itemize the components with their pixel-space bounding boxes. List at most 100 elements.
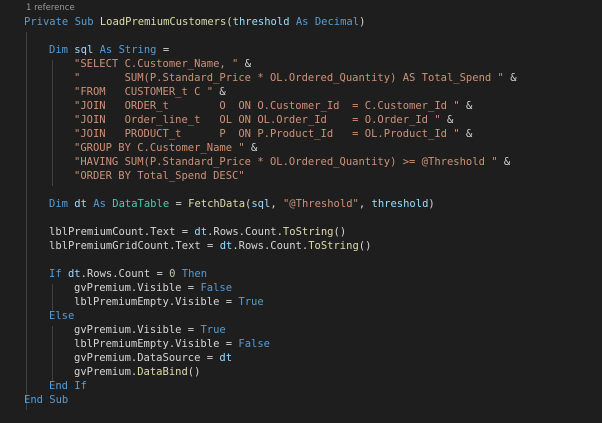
code-text: & <box>497 156 511 168</box>
code-text: & <box>440 114 454 126</box>
code-identifier: dt <box>74 198 87 210</box>
indent-guide <box>52 60 53 186</box>
indent-guide <box>52 284 53 312</box>
code-line[interactable]: "GROUP BY C.Customer_Name " & <box>74 141 257 155</box>
code-keyword: Dim <box>49 44 75 56</box>
code-line[interactable]: Else <box>49 309 74 323</box>
code-line[interactable]: "JOIN Order_line_t OL ON OL.Order_Id = O… <box>74 113 453 127</box>
code-keyword: Dim <box>49 198 75 210</box>
code-text: , <box>358 198 372 210</box>
code-text: .Rows.Count. <box>232 240 309 252</box>
code-string: "JOIN Order_line_t OL ON OL.Order_Id = O… <box>74 114 441 126</box>
code-line[interactable]: gvPremium.Visible = True <box>74 323 226 337</box>
code-text: & <box>238 58 252 70</box>
code-line[interactable]: lblPremiumEmpty.Visible = True <box>74 295 264 309</box>
code-string: "ORDER BY Total_Spend DESC" <box>74 170 245 182</box>
code-text: & <box>503 72 517 84</box>
code-keyword: As <box>93 44 119 56</box>
code-identifier: dt <box>194 226 208 238</box>
code-string: "FROM CUSTOMER_t C " <box>74 86 214 98</box>
code-identifier: sql <box>251 198 271 210</box>
code-text: gvPremium.DataSource = <box>74 352 220 364</box>
code-type: DataTable <box>112 198 170 210</box>
code-identifier: threshold <box>371 198 429 210</box>
code-string: "HAVING SUM(P.Standard_Price * OL.Ordere… <box>74 156 498 168</box>
indent-guide <box>26 32 27 410</box>
code-string: "@Threshold" <box>282 198 359 210</box>
code-keyword: As <box>86 198 113 210</box>
code-function: ToString <box>308 240 359 252</box>
code-line[interactable]: "FROM CUSTOMER_t C " & <box>74 85 226 99</box>
code-keyword: As <box>289 16 315 28</box>
code-text: & <box>244 142 258 154</box>
code-keyword: Then <box>175 268 208 280</box>
code-keyword: End Sub <box>24 394 69 406</box>
code-keyword: String <box>118 44 157 56</box>
code-line[interactable]: "SELECT C.Customer_Name, " & <box>74 57 251 71</box>
code-text: gvPremium.Visible = <box>74 324 201 336</box>
code-string: " SUM(P.Standard_Price * OL.Ordered_Quan… <box>74 72 504 84</box>
code-text: lblPremiumEmpty.Visible = <box>74 338 239 350</box>
code-text: & <box>213 86 226 98</box>
code-text: ) <box>359 16 366 28</box>
code-text: () <box>333 226 347 238</box>
code-line[interactable]: lblPremiumGridCount.Text = dt.Rows.Count… <box>49 239 371 253</box>
code-function: ToString <box>282 226 334 238</box>
code-identifier: threshold <box>232 16 290 28</box>
code-line[interactable]: If dt.Rows.Count = 0 Then <box>49 267 207 281</box>
code-text: & <box>459 100 473 112</box>
code-line[interactable]: gvPremium.Visible = False <box>74 281 232 295</box>
code-function: DataBind <box>137 366 188 378</box>
code-line[interactable]: " SUM(P.Standard_Price * OL.Ordered_Quan… <box>74 71 517 85</box>
code-line[interactable]: Dim dt As DataTable = FetchData(sql, "@T… <box>49 197 435 211</box>
code-line[interactable]: "JOIN ORDER_t O ON O.Customer_Id = C.Cus… <box>74 99 472 113</box>
code-text: lblPremiumEmpty.Visible = <box>74 296 239 308</box>
code-identifier: dt <box>67 268 81 280</box>
code-text: ) <box>428 198 435 210</box>
code-line[interactable]: gvPremium.DataBind() <box>74 365 200 379</box>
code-text: lblPremiumGridCount.Text = <box>49 240 220 252</box>
code-keyword: True <box>238 296 264 308</box>
code-line[interactable]: Dim sql As String = <box>49 43 169 57</box>
code-line[interactable]: Private Sub LoadPremiumCustomers(thresho… <box>24 15 365 29</box>
code-text: = <box>156 44 170 56</box>
code-text: lblPremiumCount.Text = <box>49 226 195 238</box>
code-string: "JOIN ORDER_t O ON O.Customer_Id = C.Cus… <box>74 100 460 112</box>
code-identifier: dt <box>219 352 233 364</box>
code-text: = <box>169 198 189 210</box>
code-text: .Rows.Count = <box>80 268 170 280</box>
code-text: gvPremium.Visible = <box>74 282 201 294</box>
code-string: "GROUP BY C.Customer_Name " <box>74 142 245 154</box>
code-line[interactable]: lblPremiumEmpty.Visible = False <box>74 337 270 351</box>
code-function: FetchData <box>188 198 246 210</box>
code-keyword: False <box>238 338 270 350</box>
code-text: .Rows.Count. <box>207 226 283 238</box>
code-identifier: dt <box>219 240 233 252</box>
code-keyword: Else <box>49 310 75 322</box>
codelens-reference-count[interactable]: 1 reference <box>26 3 75 13</box>
code-identifier: sql <box>74 44 94 56</box>
code-text: gvPremium. <box>74 366 138 378</box>
code-keyword: True <box>200 324 226 336</box>
code-keyword: End If <box>49 380 87 392</box>
indent-guide <box>52 326 53 382</box>
code-keyword: If <box>49 268 68 280</box>
code-editor[interactable]: 1 reference Private Sub LoadPremiumCusto… <box>0 0 602 423</box>
code-text: & <box>459 128 473 140</box>
code-line[interactable]: End If <box>49 379 87 393</box>
code-keyword: False <box>200 282 233 294</box>
code-line[interactable]: "HAVING SUM(P.Standard_Price * OL.Ordere… <box>74 155 510 169</box>
code-line[interactable]: lblPremiumCount.Text = dt.Rows.Count.ToS… <box>49 225 346 239</box>
code-line[interactable]: gvPremium.DataSource = dt <box>74 351 232 365</box>
code-line[interactable]: "JOIN PRODUCT_t P ON P.Product_Id = OL.P… <box>74 127 472 141</box>
code-text: () <box>358 240 372 252</box>
code-text: , <box>270 198 283 210</box>
code-function: LoadPremiumCustomers <box>99 16 227 28</box>
code-text: () <box>187 366 201 378</box>
code-keyword: Decimal <box>314 16 360 28</box>
code-string: "SELECT C.Customer_Name, " <box>74 58 239 70</box>
code-line[interactable]: End Sub <box>24 393 68 407</box>
code-keyword: Private Sub <box>24 16 100 28</box>
code-string: "JOIN PRODUCT_t P ON P.Product_Id = OL.P… <box>74 128 460 140</box>
code-line[interactable]: "ORDER BY Total_Spend DESC" <box>74 169 245 183</box>
